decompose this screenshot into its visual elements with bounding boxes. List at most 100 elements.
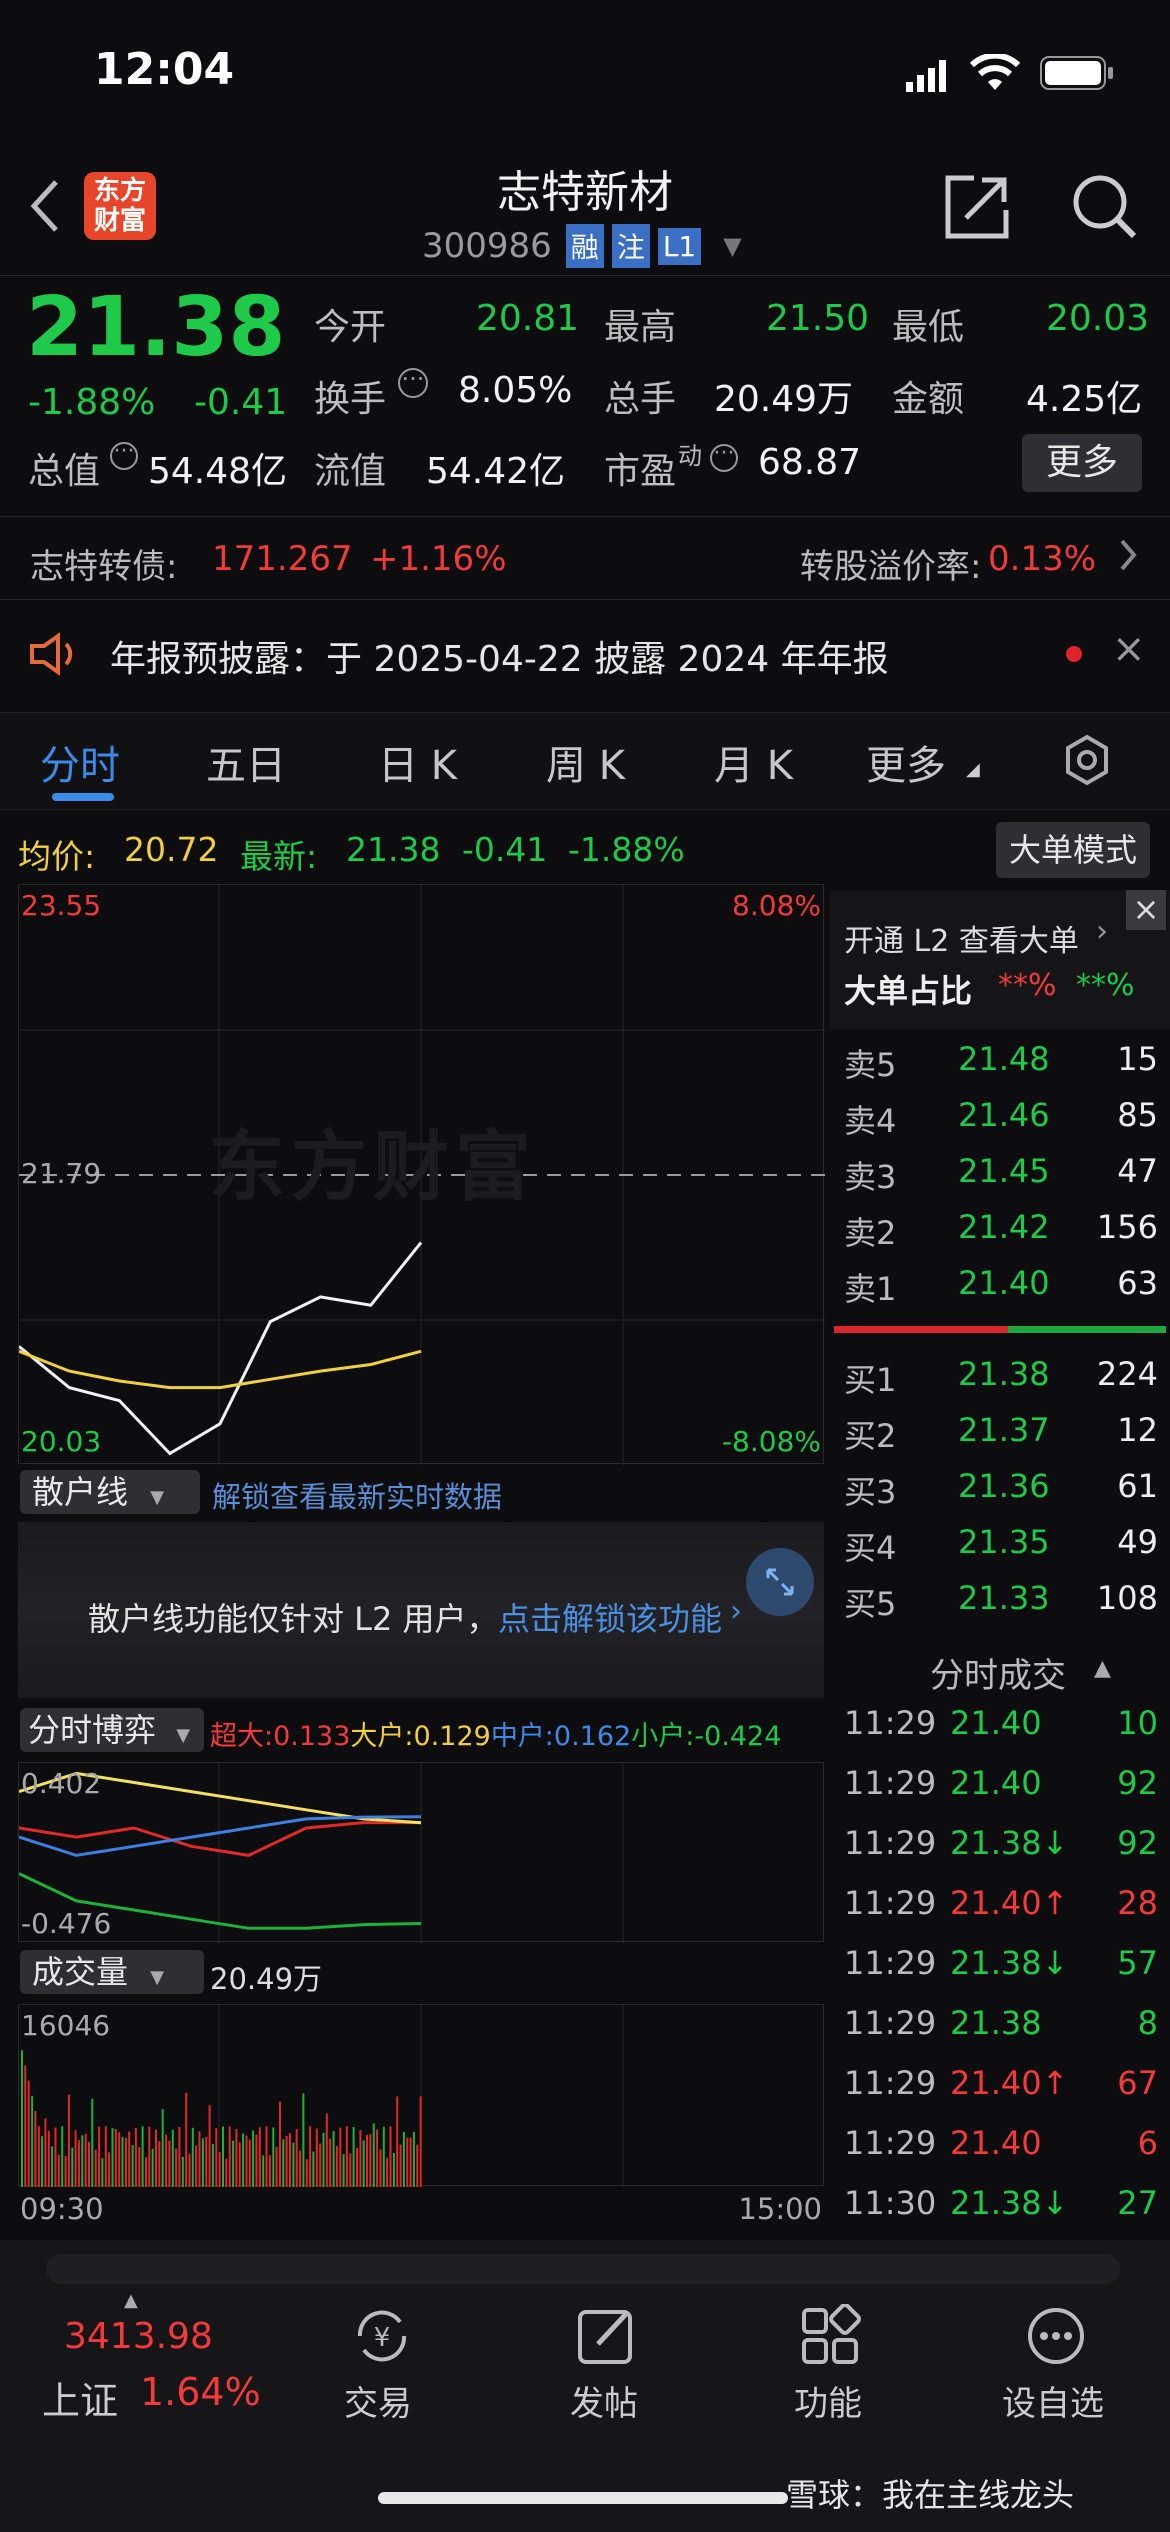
trade-label[interactable]: 交易 (344, 2376, 412, 2425)
volume-bar (265, 2126, 268, 2187)
y-min-label: 20.03 (21, 1425, 102, 1458)
volume-bar (386, 2157, 389, 2187)
function-label[interactable]: 功能 (794, 2376, 862, 2425)
order-book: 卖5 21.48 15 卖4 21.46 85 卖3 21.45 47 卖2 21.42 156 卖1 2… (830, 1032, 1170, 1627)
l2-lock-message: 散户线功能仅针对 L2 用户， (88, 1600, 499, 1638)
info-icon[interactable]: ··· (710, 443, 738, 472)
y-ref-label: 21.79 (21, 1157, 102, 1190)
trade-button[interactable]: ¥ (346, 2304, 418, 2372)
volume-bar (81, 2135, 84, 2187)
unlock-link[interactable]: 解锁查看最新实时数据 (212, 1474, 502, 1516)
volume-bar (222, 2126, 224, 2187)
info-icon[interactable]: ··· (110, 441, 138, 470)
volume-bar (34, 2111, 37, 2187)
volume-bar (356, 2148, 358, 2187)
post-button[interactable] (574, 2304, 638, 2372)
tab-indicator (52, 793, 114, 801)
index-pct[interactable]: 1.64% (140, 2370, 261, 2414)
bid-row[interactable]: 买4 21.35 49 (830, 1515, 1170, 1571)
chevron-down-icon: ▼ (150, 1967, 165, 1988)
index-name[interactable]: 上证 (42, 2370, 118, 2425)
search-icon[interactable] (1070, 172, 1138, 244)
ticks-header[interactable]: 分时成交 ▲ (830, 1640, 1170, 1696)
volume-bar (396, 2096, 399, 2187)
book-label: 卖4 (844, 1102, 897, 1140)
source-watermark: 雪球：我在主线龙头 (786, 2476, 1075, 2514)
bond-row[interactable]: 志特转债: 171.267 +1.16% 转股溢价率: 0.13% (0, 516, 1170, 600)
tag-rong: 融 (565, 224, 604, 268)
expand-icon[interactable] (746, 1548, 814, 1616)
ask-row[interactable]: 卖5 21.48 15 (830, 1032, 1170, 1088)
book-price: 21.35 (958, 1523, 1050, 1561)
volume-bar (84, 2133, 87, 2187)
volume-bar (71, 2147, 74, 2187)
book-label: 买5 (844, 1585, 897, 1623)
bid-row[interactable]: 买3 21.36 61 (830, 1459, 1170, 1515)
volume-bar (145, 2157, 147, 2187)
volume-bar (31, 2095, 34, 2187)
post-label[interactable]: 发帖 (570, 2376, 638, 2425)
boyi-chart[interactable]: 0.402 -0.476 (18, 1762, 824, 1943)
l2-big-order-panel[interactable]: 开通 L2 查看大单 › × 大单占比 **% **% (830, 890, 1170, 1030)
ask-row[interactable]: 卖1 21.40 63 (830, 1256, 1170, 1312)
book-volume: 12 (1117, 1411, 1158, 1449)
price-chart[interactable]: 东方财富 23.55 21.79 20.03 8.08% -8.08% (18, 884, 825, 1465)
legend-super-value: 0.133 (273, 1721, 351, 1752)
volume-bar (51, 2146, 54, 2187)
book-label: 买1 (844, 1361, 897, 1399)
close-icon[interactable]: × (1112, 626, 1146, 672)
bid-list: 买1 21.38 224 买2 21.37 12 买3 21.36 61 买4 21.35 49 买5 2… (830, 1347, 1170, 1627)
more-button[interactable]: 更多 (1022, 434, 1142, 492)
tab-week-k[interactable]: 周 K (546, 733, 625, 791)
volume-bar (272, 2127, 275, 2187)
caret-up-icon: ▲ (124, 2290, 138, 2311)
ask-row[interactable]: 卖2 21.42 156 (830, 1200, 1170, 1256)
volume-chart[interactable]: 16046 (18, 2004, 824, 2187)
info-icon[interactable]: ··· (398, 367, 428, 398)
volume-bar (295, 2128, 298, 2187)
bottom-search-strip[interactable] (46, 2254, 1120, 2284)
tag-zhu: 注 (611, 224, 650, 268)
ask-row[interactable]: 卖4 21.46 85 (830, 1088, 1170, 1144)
close-icon[interactable]: × (1126, 890, 1166, 930)
watchlist-label[interactable]: 设自选 (1002, 2376, 1104, 2425)
volume-bar (205, 2136, 208, 2187)
volume-dropdown[interactable]: 成交量 ▼ (20, 1950, 204, 1994)
tick-price: 21.40 (950, 1764, 1042, 1802)
watchlist-button[interactable] (1024, 2304, 1088, 2372)
bid-row[interactable]: 买5 21.33 108 (830, 1571, 1170, 1627)
volume-value: 20.49万 (714, 379, 854, 420)
big-order-mode-button[interactable]: 大单模式 (996, 822, 1150, 878)
index-value[interactable]: 3413.98 (64, 2316, 213, 2357)
chevron-right-icon: › (1096, 914, 1108, 949)
ask-row[interactable]: 卖3 21.45 47 (830, 1144, 1170, 1200)
tick-volume: 27 (1117, 2184, 1158, 2222)
boyi-dropdown[interactable]: 分时博弈 ▼ (20, 1708, 204, 1752)
volume-bar (225, 2158, 228, 2187)
notice-bar[interactable]: 年报预披露：于 2025-04-22 披露 2024 年年报 × (0, 598, 1170, 710)
premium-label: 转股溢价率: (800, 547, 982, 587)
share-icon[interactable] (944, 174, 1010, 244)
gear-icon[interactable] (1060, 733, 1114, 791)
l2-unlock-link[interactable]: 点击解锁该功能 (498, 1594, 722, 1640)
volume-bar (77, 2140, 80, 2187)
last-value: 21.38 (346, 830, 441, 869)
tab-intraday[interactable]: 分时 (40, 733, 120, 791)
volume-bar (349, 2153, 352, 2187)
dropdown-icon[interactable]: ▼ (723, 232, 741, 260)
function-button[interactable] (798, 2303, 862, 2372)
volume-bar (392, 2152, 395, 2187)
tab-more[interactable]: 更多 (866, 733, 946, 791)
caret-up-icon: ▲ (1094, 1656, 1111, 1681)
bid-row[interactable]: 买2 21.37 12 (830, 1403, 1170, 1459)
tab-5day[interactable]: 五日 (206, 733, 286, 791)
turnover-value: 8.05% (458, 370, 573, 411)
tab-month-k[interactable]: 月 K (714, 733, 793, 791)
stock-code-row[interactable]: 300986 融 注 L1 ▼ (422, 224, 742, 268)
tab-day-k[interactable]: 日 K (378, 733, 457, 791)
bid-row[interactable]: 买1 21.38 224 (830, 1347, 1170, 1403)
sanhu-dropdown[interactable]: 散户线 ▼ (20, 1470, 200, 1514)
tick-time: 11:29 (844, 1824, 937, 1862)
volume-bar (155, 2129, 157, 2187)
volume-bar (335, 2146, 338, 2187)
